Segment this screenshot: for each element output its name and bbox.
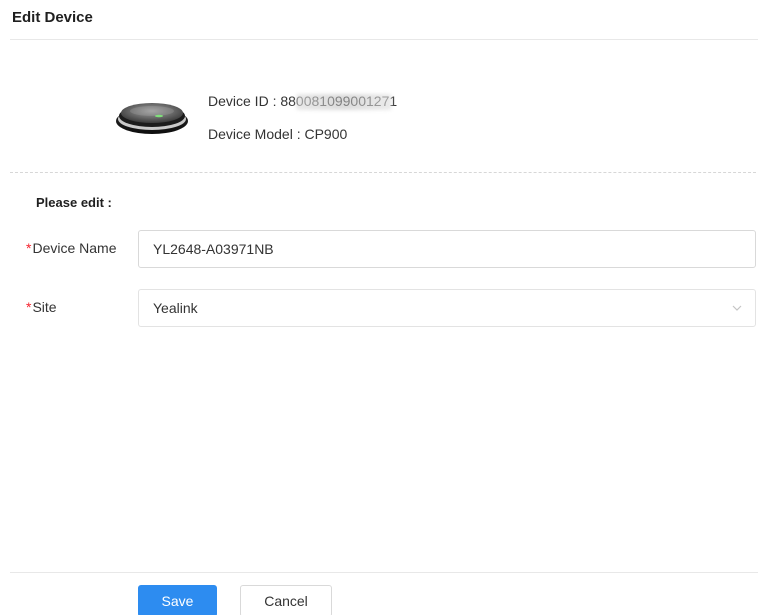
device-name-label: *Device Name: [26, 240, 116, 256]
device-name-input[interactable]: [138, 230, 756, 268]
header-divider: [10, 39, 758, 40]
site-selected-value: Yealink: [153, 300, 198, 316]
save-button[interactable]: Save: [138, 585, 217, 615]
device-model-value: CP900: [304, 126, 348, 142]
site-row: *Site Yealink: [0, 289, 758, 327]
device-model-label: Device Model :: [208, 126, 301, 142]
device-id-row: Device ID : 880081099001271: [208, 93, 397, 110]
footer-divider: [10, 572, 758, 573]
redaction-blur: [296, 94, 393, 110]
site-label-text: Site: [32, 299, 57, 315]
page-title: Edit Device: [12, 9, 93, 26]
cancel-button[interactable]: Cancel: [240, 585, 332, 615]
chevron-down-icon: [732, 305, 742, 311]
form-heading: Please edit :: [36, 195, 112, 210]
page-header: Edit Device: [0, 0, 758, 40]
site-select[interactable]: Yealink: [138, 289, 756, 327]
conference-speakerphone-icon: [116, 103, 188, 134]
device-info-panel: Device ID : 880081099001271 Device Model…: [0, 78, 758, 173]
edit-device-page: Edit Device Device ID: Device Model: C…: [0, 0, 758, 615]
device-name-label-text: Device Name: [32, 240, 117, 256]
device-id-value: 880081099001271: [280, 93, 397, 110]
device-name-row: *Device Name: [0, 230, 758, 268]
site-label: *Site: [26, 299, 57, 315]
section-divider: [10, 172, 756, 173]
device-model-row: Device Model : CP900: [208, 126, 347, 142]
required-mark: *: [26, 299, 32, 315]
required-mark: *: [26, 240, 32, 256]
device-id-label: Device ID :: [208, 93, 277, 109]
